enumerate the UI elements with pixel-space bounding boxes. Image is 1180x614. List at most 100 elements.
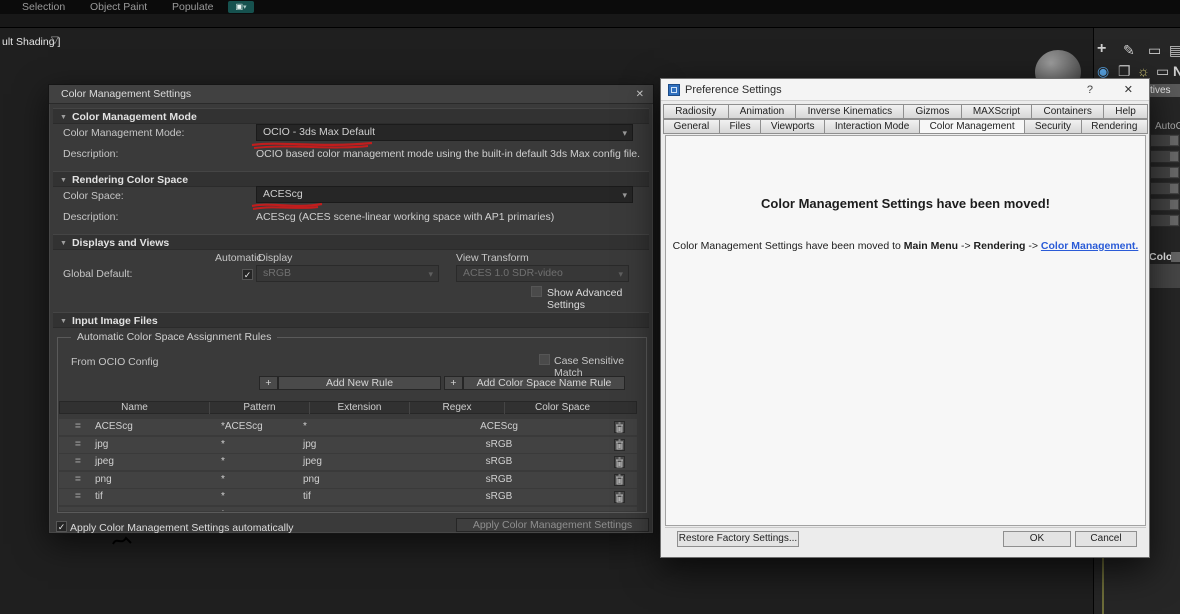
tab-general[interactable]: General <box>663 119 720 134</box>
drag-handle-icon[interactable]: = <box>75 489 81 505</box>
close-icon[interactable]: ✕ <box>1124 79 1133 101</box>
dialog-title-bar[interactable]: Preference Settings <box>661 79 1149 101</box>
column-header-color-space[interactable]: Color Space <box>505 402 620 414</box>
object-type-button[interactable] <box>1150 214 1180 227</box>
section-input-image-files[interactable]: ▼ Input Image Files <box>53 312 649 328</box>
table-row[interactable]: = tif * tif sRGB <box>59 489 637 505</box>
delete-rule-button[interactable] <box>614 421 625 433</box>
light-icon[interactable]: ☼ <box>1137 63 1150 79</box>
table-row[interactable]: = png * png sRGB <box>59 471 637 488</box>
display-icon[interactable]: ▭ <box>1156 63 1169 80</box>
spinner-knob[interactable] <box>1170 184 1178 193</box>
filter-icon[interactable]: ▽ <box>51 35 59 46</box>
tab-rendering[interactable]: Rendering <box>1080 119 1149 134</box>
delete-rule-button[interactable] <box>614 456 625 468</box>
help-icon[interactable]: ? <box>1087 79 1093 101</box>
table-row[interactable]: = jpeg * jpeg sRGB <box>59 454 637 470</box>
tab-gizmos[interactable]: Gizmos <box>903 104 962 119</box>
column-header-pattern[interactable]: Pattern <box>210 402 310 414</box>
automatic-checkbox[interactable]: ✓ <box>242 269 253 280</box>
spinner-knob[interactable] <box>1170 152 1178 161</box>
menubar: Selection Object Paint Populate ▣▾ <box>0 0 1180 14</box>
object-type-button[interactable] <box>1150 134 1180 147</box>
rendering-color-space-dropdown[interactable]: ACEScg ▾ <box>256 186 633 203</box>
color-management-link[interactable]: Color Management. <box>1041 240 1138 252</box>
dialog-title-bar[interactable]: Color Management Settings <box>49 85 653 104</box>
add-rule-plus-button[interactable]: + <box>259 376 278 390</box>
spinner-knob[interactable] <box>1170 136 1178 145</box>
table-row[interactable]: = ACEScg *ACEScg * ACEScg <box>59 419 637 435</box>
spinner-knob[interactable] <box>1170 168 1178 177</box>
section-rendering-color-space[interactable]: ▼ Rendering Color Space <box>53 171 649 187</box>
menubar-tool-button[interactable]: ▣▾ <box>228 1 254 13</box>
main-menu-text: Main Menu <box>903 240 959 252</box>
column-header-name[interactable]: Name <box>60 402 210 414</box>
footer-separator <box>665 527 1146 528</box>
tab-security[interactable]: Security <box>1024 119 1082 134</box>
section-color-management-mode[interactable]: ▼ Color Management Mode <box>53 108 649 124</box>
delete-rule-button[interactable] <box>614 438 625 451</box>
drag-handle-icon[interactable]: = <box>75 454 81 470</box>
color-management-mode-dropdown[interactable]: OCIO - 3ds Max Default ▾ <box>256 124 633 141</box>
color-space-label: Color Space: <box>63 190 124 202</box>
color-swatch[interactable] <box>1171 252 1180 262</box>
object-type-button[interactable] <box>1150 198 1180 211</box>
view-transform-dropdown[interactable]: ACES 1.0 SDR-video ▾ <box>456 265 629 282</box>
create-tab-icon[interactable]: + <box>1097 40 1106 58</box>
display-column-label: Display <box>258 252 293 264</box>
tab-interaction-mode[interactable]: Interaction Mode <box>824 119 920 134</box>
column-header-regex[interactable]: Regex <box>410 402 505 414</box>
add-cs-rule-plus-button[interactable]: + <box>444 376 463 390</box>
auto-apply-checkbox[interactable]: ✓ <box>56 521 67 532</box>
menu-item-object-paint[interactable]: Object Paint <box>90 1 147 13</box>
check-icon: ✓ <box>57 522 66 532</box>
section-title: Input Image Files <box>71 315 158 327</box>
primitives-rollout-fragment[interactable]: tives <box>1146 84 1180 97</box>
tab-radiosity[interactable]: Radiosity <box>663 104 729 119</box>
restore-factory-settings-button[interactable]: Restore Factory Settings... <box>677 531 799 547</box>
table-row[interactable]: = jpg * jpg sRGB <box>59 436 637 453</box>
object-type-button[interactable] <box>1150 182 1180 195</box>
close-icon[interactable]: ✕ <box>636 85 644 104</box>
tab-containers[interactable]: Containers <box>1031 104 1105 119</box>
apply-settings-button[interactable]: Apply Color Management Settings <box>456 518 649 532</box>
tab-animation[interactable]: Animation <box>727 104 797 119</box>
cancel-button[interactable]: Cancel <box>1075 531 1137 547</box>
rules-table-body: = ACEScg *ACEScg * ACEScg = jpg * jpg sR… <box>59 419 637 511</box>
collapse-arrow-icon: ▼ <box>60 114 67 121</box>
utilities-icon[interactable]: N <box>1173 63 1180 79</box>
monitor-icon[interactable]: ▭ <box>1148 42 1161 59</box>
description-label: Description: <box>63 148 119 160</box>
delete-rule-button[interactable] <box>614 491 625 503</box>
section-displays-and-views[interactable]: ▼ Displays and Views <box>53 234 649 250</box>
column-header-extension[interactable]: Extension <box>310 402 410 414</box>
drag-handle-icon[interactable]: = <box>75 507 81 512</box>
object-type-button[interactable] <box>1150 166 1180 179</box>
modify-tab-icon[interactable]: ✎ <box>1123 42 1135 59</box>
dropdown-value: OCIO - 3ds Max Default <box>263 126 376 138</box>
tab-viewports[interactable]: Viewports <box>760 119 826 134</box>
spinner-knob[interactable] <box>1170 216 1178 225</box>
tab-inverse-kinematics[interactable]: Inverse Kinematics <box>795 104 905 119</box>
tab-maxscript[interactable]: MAXScript <box>960 104 1033 119</box>
add-color-space-name-rule-button[interactable]: Add Color Space Name Rule <box>463 376 625 390</box>
drag-handle-icon[interactable]: = <box>75 437 81 453</box>
case-sensitive-checkbox[interactable] <box>539 354 550 365</box>
add-new-rule-button[interactable]: Add New Rule <box>278 376 441 390</box>
menu-item-populate[interactable]: Populate <box>172 1 213 13</box>
tab-color-management[interactable]: Color Management <box>918 119 1026 134</box>
table-row-partial[interactable]: = * <box>59 506 637 512</box>
grid-icon[interactable]: ▤ <box>1169 42 1180 59</box>
tab-help[interactable]: Help <box>1103 104 1149 119</box>
object-type-button[interactable] <box>1150 150 1180 163</box>
drag-handle-icon[interactable]: = <box>75 419 81 435</box>
tab-files[interactable]: Files <box>718 119 762 134</box>
display-dropdown[interactable]: sRGB ▾ <box>256 265 439 282</box>
menu-item-selection[interactable]: Selection <box>22 1 65 13</box>
spinner-knob[interactable] <box>1170 200 1178 209</box>
ok-button[interactable]: OK <box>1003 531 1071 547</box>
rule-color-space: sRGB <box>485 491 513 502</box>
delete-rule-button[interactable] <box>614 473 625 486</box>
drag-handle-icon[interactable]: = <box>75 472 81 488</box>
show-advanced-checkbox[interactable] <box>531 286 542 297</box>
